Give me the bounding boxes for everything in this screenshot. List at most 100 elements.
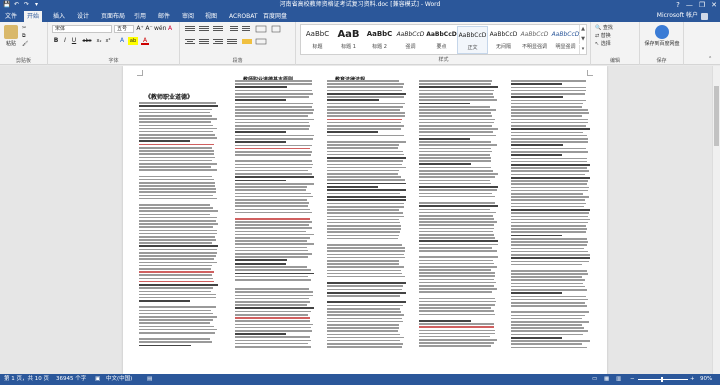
- format-painter-button[interactable]: 🖌: [22, 41, 28, 48]
- word-count[interactable]: 36945 个字: [56, 374, 86, 385]
- text-line: [139, 140, 191, 143]
- style-strong[interactable]: AaBbCcD 要点: [426, 26, 457, 54]
- tab-home[interactable]: 开始: [24, 11, 43, 22]
- text-line: [327, 115, 406, 118]
- zoom-level[interactable]: 90%: [700, 374, 712, 385]
- tab-references[interactable]: 引用: [131, 11, 149, 22]
- text-line: [327, 160, 403, 162]
- styles-scroll-down-icon[interactable]: ▼: [579, 35, 586, 44]
- copy-button[interactable]: ⧉: [22, 33, 26, 40]
- text-line: [327, 285, 403, 288]
- save-to-baidu-button[interactable]: 保存到百度网盘: [644, 25, 680, 47]
- print-layout-icon[interactable]: ▦: [604, 374, 609, 385]
- bold-button[interactable]: B: [52, 37, 60, 45]
- restore-button[interactable]: ❐: [699, 0, 705, 10]
- zoom-out-button[interactable]: −: [630, 374, 635, 385]
- cut-button[interactable]: ✂: [22, 25, 26, 32]
- text-line: [139, 296, 217, 299]
- document-page[interactable]: 《教师职业道德》 教师职业道德基本原则 教育法律法规: [123, 66, 607, 374]
- text-line: [139, 185, 216, 187]
- minimize-button[interactable]: —: [686, 0, 693, 10]
- shrink-font-button[interactable]: A⁻: [145, 25, 153, 33]
- tab-review[interactable]: 审阅: [179, 11, 197, 22]
- tab-page-layout[interactable]: 页面布局: [98, 11, 128, 22]
- find-button[interactable]: 🔍 查找: [595, 25, 613, 32]
- text-line: [511, 333, 584, 336]
- replace-button[interactable]: ⇄ 替换: [595, 33, 611, 40]
- style-emphasis[interactable]: AaBbCcD 强调: [395, 26, 426, 54]
- subscript-button[interactable]: x₂: [95, 37, 103, 45]
- help-button[interactable]: ?: [676, 0, 680, 10]
- text-line: [235, 329, 313, 332]
- clear-format-button[interactable]: A: [166, 25, 174, 33]
- zoom-in-button[interactable]: +: [690, 374, 695, 385]
- tab-design[interactable]: 设计: [74, 11, 92, 22]
- macro-icon[interactable]: ▤: [147, 374, 152, 385]
- tab-insert[interactable]: 插入: [50, 11, 68, 22]
- highlight-button[interactable]: ab: [128, 37, 138, 45]
- close-button[interactable]: ✕: [711, 0, 717, 10]
- style-title[interactable]: AaBbC 标题: [302, 26, 333, 54]
- text-line: [139, 191, 217, 194]
- phonetic-guide-button[interactable]: wén: [154, 25, 166, 33]
- font-name-box[interactable]: 宋体: [52, 25, 112, 33]
- text-line: [327, 121, 401, 124]
- style-normal[interactable]: AaBbCcD 正文: [457, 26, 488, 54]
- style-intense-emphasis[interactable]: AaBbCcD 明显强调: [550, 26, 581, 54]
- account-area[interactable]: Microsoft 帐户: [657, 12, 708, 20]
- page-count[interactable]: 第 1 页，共 10 页: [4, 374, 49, 385]
- grow-font-button[interactable]: A⁺: [136, 25, 144, 33]
- text-line: [511, 112, 590, 114]
- tab-view[interactable]: 视图: [202, 11, 220, 22]
- italic-button[interactable]: I: [61, 37, 69, 45]
- proofing-icon[interactable]: ▣: [95, 374, 100, 385]
- web-layout-icon[interactable]: ▥: [616, 374, 621, 385]
- avatar[interactable]: [701, 12, 708, 20]
- collapse-ribbon-icon[interactable]: ⌃: [708, 56, 712, 63]
- scrollbar-thumb[interactable]: [714, 86, 719, 146]
- text-line: [511, 83, 563, 85]
- text-line: [511, 260, 590, 263]
- text-line: [511, 218, 590, 221]
- text-line: [139, 322, 211, 324]
- paste-button[interactable]: 粘贴: [3, 25, 19, 47]
- font-color-button[interactable]: A: [141, 37, 149, 45]
- text-line: [511, 282, 584, 285]
- text-line: [419, 342, 494, 344]
- text-line: [511, 186, 590, 189]
- text-line: [235, 169, 309, 172]
- superscript-button[interactable]: x²: [104, 37, 112, 45]
- language[interactable]: 中文(中国): [106, 374, 132, 385]
- tab-baidu-netdisk[interactable]: 百度网盘: [260, 11, 290, 22]
- style-subtle-emphasis[interactable]: AaBbCcD 不明显强调: [519, 26, 550, 54]
- tab-acrobat[interactable]: ACROBAT: [226, 11, 261, 22]
- text-effect-button[interactable]: A: [118, 37, 126, 45]
- text-line: [511, 160, 587, 163]
- text-line: [327, 179, 405, 182]
- tab-file[interactable]: 文件: [2, 11, 21, 22]
- read-mode-icon[interactable]: ▭: [592, 374, 597, 385]
- underline-button[interactable]: U: [70, 37, 78, 45]
- styles-more-icon[interactable]: ▾: [579, 45, 586, 54]
- text-line: [235, 92, 314, 95]
- save-cloud-group-label: 保存: [656, 58, 667, 64]
- tab-mailings[interactable]: 邮件: [155, 11, 173, 22]
- zoom-slider[interactable]: [638, 379, 688, 380]
- paragraph-controls[interactable]: [180, 22, 296, 56]
- font-size-box[interactable]: 五号: [114, 25, 134, 33]
- zoom-slider-knob[interactable]: [661, 377, 663, 382]
- text-line: [235, 109, 314, 111]
- text-line: [419, 303, 496, 306]
- select-button[interactable]: ↖ 选择: [595, 41, 611, 48]
- style-no-spacing[interactable]: AaBbCcD 无间隔: [488, 26, 519, 54]
- vertical-scrollbar[interactable]: [712, 66, 720, 374]
- styles-scroll-up-icon[interactable]: ▲: [579, 25, 586, 34]
- window-controls: ? — ❐ ✕: [676, 0, 717, 10]
- text-line: [235, 313, 309, 316]
- text-line: [511, 301, 585, 304]
- strikethrough-button[interactable]: abc: [81, 37, 93, 45]
- text-line: [511, 330, 588, 333]
- style-heading1[interactable]: AaB 标题 1: [333, 26, 364, 54]
- style-heading2[interactable]: AaBbC 标题 2: [364, 26, 395, 54]
- text-line: [327, 189, 406, 192]
